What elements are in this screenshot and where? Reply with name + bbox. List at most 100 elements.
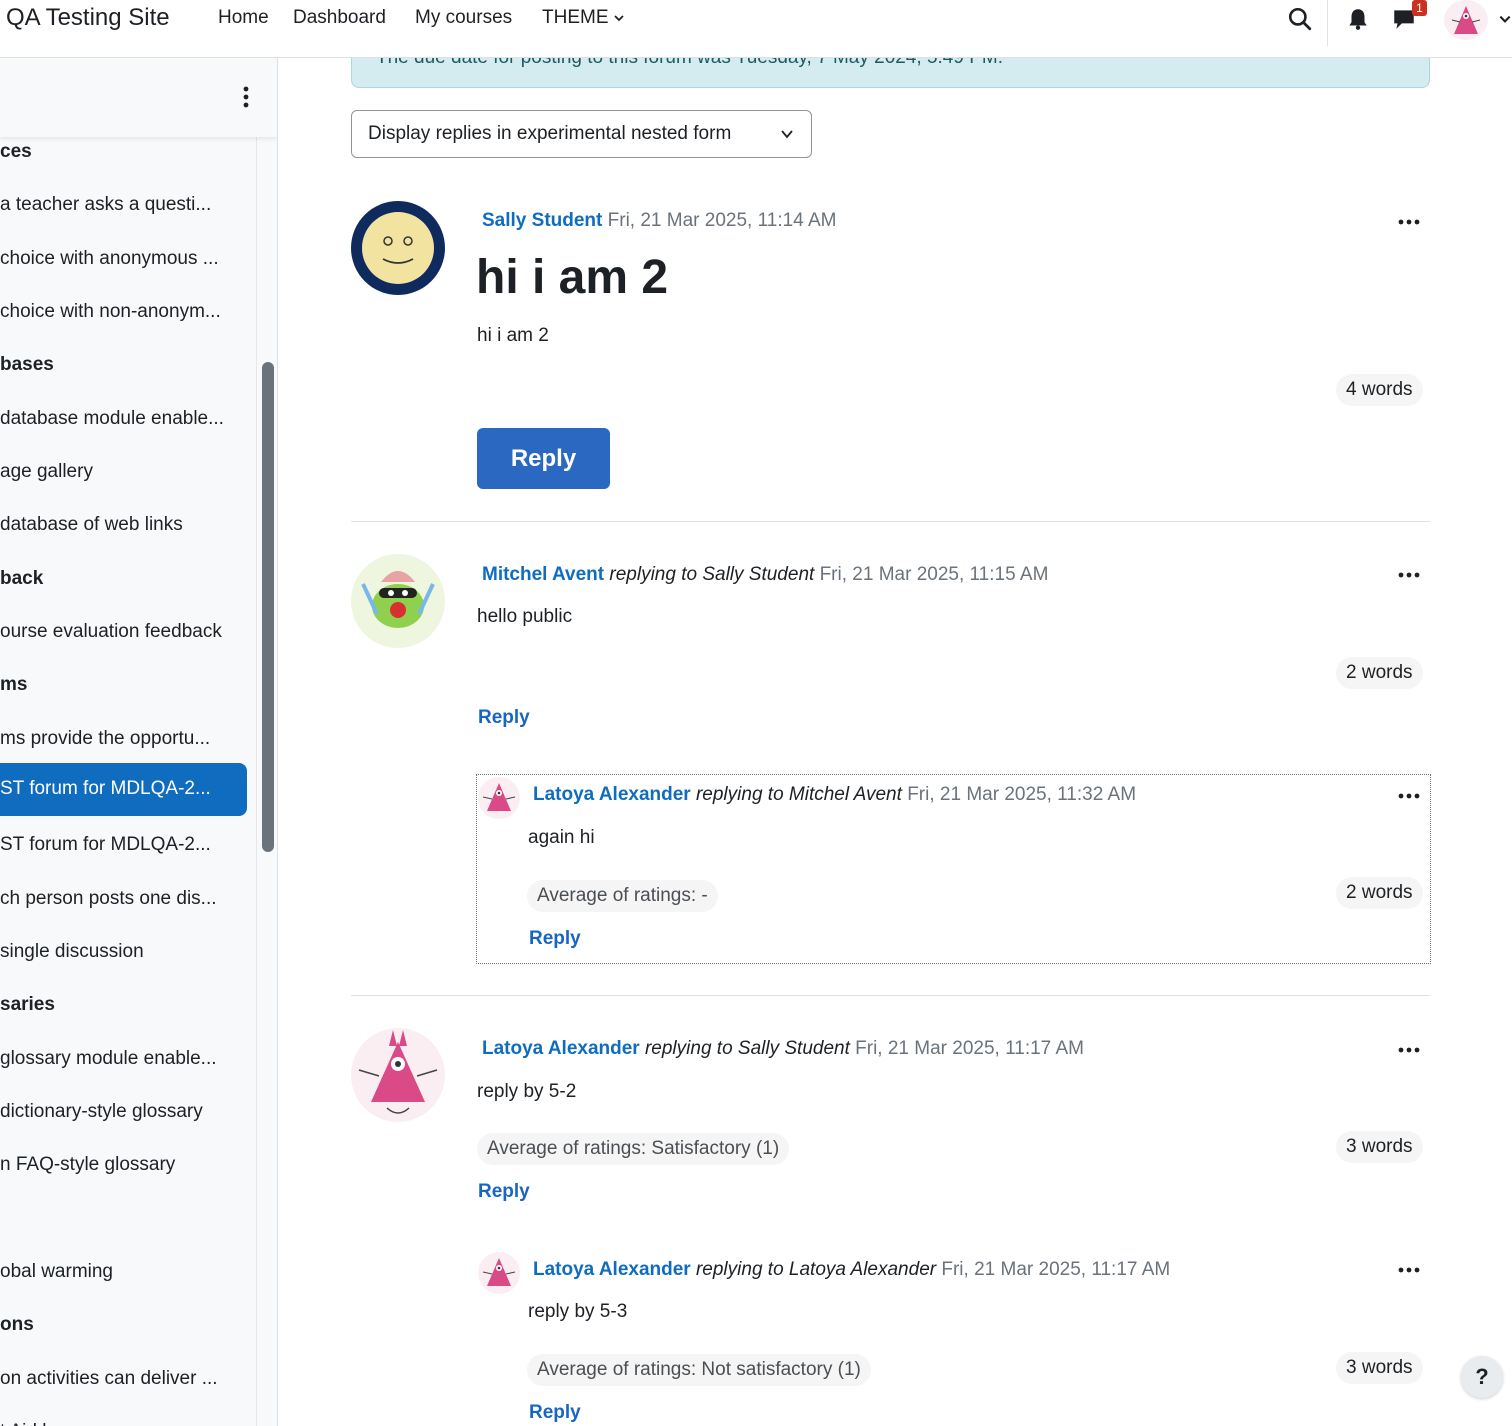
drawer-item[interactable]: dictionary-style glossary: [0, 1100, 247, 1124]
pink-monster-avatar-icon: [482, 1258, 516, 1286]
bell-icon[interactable]: [1345, 6, 1371, 32]
post-author-link[interactable]: Latoya Alexander: [533, 784, 691, 805]
word-count-badge: 4 words: [1336, 374, 1423, 406]
post-actions-icon[interactable]: [1397, 791, 1421, 801]
drawer-item[interactable]: single discussion: [0, 940, 247, 964]
post-date: Fri, 21 Mar 2025, 11:32 AM: [907, 784, 1137, 805]
user-avatar[interactable]: [1444, 0, 1488, 40]
drawer-item[interactable]: choice with non-anonym...: [0, 300, 247, 324]
drawer-item[interactable]: ourse evaluation feedback: [0, 620, 247, 644]
post-replying-to: replying to Mitchel Avent: [695, 784, 902, 805]
post-body: reply by 5-3: [528, 1301, 628, 1322]
reply-link[interactable]: Reply: [478, 1181, 530, 1203]
message-count-badge: 1: [1412, 0, 1427, 16]
nav-my-courses-link[interactable]: My courses: [415, 7, 512, 29]
word-count-badge: 3 words: [1336, 1131, 1423, 1163]
average-rating-badge: Average of ratings: -: [527, 880, 718, 912]
drawer-header: [0, 58, 277, 137]
drawer-item[interactable]: ST forum for MDLQA-2...: [0, 833, 247, 857]
post-avatar-latoya[interactable]: [478, 777, 520, 819]
drawer-item[interactable]: ms provide the opportu...: [0, 727, 247, 751]
drawer-section-heading[interactable]: ons: [0, 1313, 247, 1337]
post-avatar-mitchel[interactable]: [351, 554, 445, 648]
post-avatar-latoya[interactable]: [478, 1252, 520, 1294]
course-index-drawer: ces a teacher asks a questi... choice wit…: [0, 58, 278, 1426]
drawer-item[interactable]: n FAQ-style glossary: [0, 1153, 247, 1177]
pink-monster-avatar-icon: [358, 1030, 438, 1114]
post-author-link[interactable]: Mitchel Avent: [482, 564, 604, 585]
drawer-item[interactable]: a teacher asks a questi...: [0, 193, 247, 217]
drawer-section-heading[interactable]: saries: [0, 993, 247, 1017]
drawer-item[interactable]: obal warming: [0, 1260, 247, 1284]
drawer-item[interactable]: age gallery: [0, 460, 247, 484]
chevron-down-icon: [613, 15, 624, 22]
nav-dashboard-link[interactable]: Dashboard: [293, 7, 386, 29]
pink-monster-avatar-icon: [482, 783, 516, 811]
post-actions-icon[interactable]: [1397, 1045, 1421, 1055]
word-count-badge: 2 words: [1336, 657, 1423, 689]
drawer-item[interactable]: choice with anonymous ...: [0, 247, 247, 271]
post-subject: hi i am 2: [476, 251, 669, 304]
post-avatar-latoya[interactable]: [351, 1028, 445, 1122]
drawer-item[interactable]: t Aid k: [0, 1420, 247, 1426]
post-replying-to: replying to Sally Student: [609, 564, 815, 585]
drawer-item[interactable]: database module enable...: [0, 407, 247, 431]
post-replying-to: replying to Latoya Alexander: [695, 1259, 937, 1280]
post-avatar-sally[interactable]: [351, 201, 445, 295]
reply-link[interactable]: Reply: [529, 1402, 581, 1424]
user-menu-chevron-icon[interactable]: [1498, 12, 1512, 26]
main-content: The due date for posting to this forum w…: [279, 38, 1512, 1426]
chevron-down-icon: [781, 130, 793, 139]
post-divider: [351, 995, 1430, 996]
search-icon[interactable]: [1287, 6, 1313, 32]
green-monster-avatar-icon: [361, 571, 435, 628]
word-count-badge: 2 words: [1336, 877, 1423, 909]
post-divider: [351, 521, 1430, 522]
post-date: Fri, 21 Mar 2025, 11:14 AM: [607, 210, 837, 231]
post-actions-icon[interactable]: [1397, 1265, 1421, 1275]
drawer-section-heading[interactable]: back: [0, 567, 247, 591]
post-date: Fri, 21 Mar 2025, 11:17 AM: [855, 1038, 1084, 1059]
nav-theme-menu[interactable]: THEME: [542, 7, 625, 29]
post-actions-icon[interactable]: [1397, 217, 1421, 227]
post-header-4: Latoya Alexander replying to Sally Stude…: [482, 1038, 1084, 1060]
help-button[interactable]: ?: [1461, 1356, 1503, 1398]
average-rating-badge: Average of ratings: Not satisfactory (1): [527, 1354, 871, 1386]
display-mode-select[interactable]: Display replies in experimental nested f…: [351, 110, 812, 158]
drawer-scrollbar-thumb[interactable]: [262, 362, 274, 852]
average-rating-badge: Average of ratings: Satisfactory (1): [477, 1133, 790, 1165]
post-body: hi i am 2: [477, 325, 549, 346]
nav-home-link[interactable]: Home: [218, 7, 269, 29]
reply-link[interactable]: Reply: [478, 707, 530, 729]
post-replying-to: replying to Sally Student: [644, 1038, 850, 1059]
drawer-item[interactable]: glossary module enable...: [0, 1047, 247, 1071]
drawer-section-heading[interactable]: bases: [0, 353, 247, 377]
drawer-item[interactable]: ch person posts one dis...: [0, 887, 247, 911]
post-body: reply by 5-2: [477, 1081, 577, 1102]
post-author-link[interactable]: Sally Student: [482, 210, 602, 231]
drawer-item[interactable]: database of web links: [0, 513, 247, 537]
reply-link[interactable]: Reply: [529, 928, 581, 950]
post-header-2: Mitchel Avent replying to Sally Student …: [482, 564, 1048, 586]
drawer-section-heading[interactable]: ms: [0, 673, 247, 697]
drawer-item[interactable]: on activities can deliver ...: [0, 1367, 247, 1391]
post-header-5: Latoya Alexander replying to Latoya Alex…: [533, 1259, 1170, 1281]
post-author-link[interactable]: Latoya Alexander: [482, 1038, 640, 1059]
post-author-link[interactable]: Latoya Alexander: [533, 1259, 691, 1280]
monster-avatar-icon: [1451, 6, 1481, 34]
navbar-divider: [1327, 0, 1328, 46]
reply-button[interactable]: Reply: [477, 428, 610, 489]
drawer-section-heading[interactable]: ces: [0, 140, 247, 164]
post-date: Fri, 21 Mar 2025, 11:15 AM: [819, 564, 1049, 585]
smiley-avatar-icon: [362, 212, 434, 284]
post-date: Fri, 21 Mar 2025, 11:17 AM: [941, 1259, 1171, 1280]
drawer-item-active[interactable]: ST forum for MDLQA-2...: [0, 763, 247, 816]
post-header-1: Sally Student Fri, 21 Mar 2025, 11:14 AM: [482, 210, 836, 232]
post-actions-icon[interactable]: [1397, 570, 1421, 580]
kebab-menu-icon[interactable]: [236, 84, 256, 110]
display-mode-label: Display replies in experimental nested f…: [368, 123, 732, 144]
post-header-3: Latoya Alexander replying to Mitchel Ave…: [533, 784, 1136, 806]
site-name[interactable]: QA Testing Site: [6, 4, 170, 32]
nav-theme-label: THEME: [542, 7, 609, 28]
word-count-badge: 3 words: [1336, 1352, 1423, 1384]
